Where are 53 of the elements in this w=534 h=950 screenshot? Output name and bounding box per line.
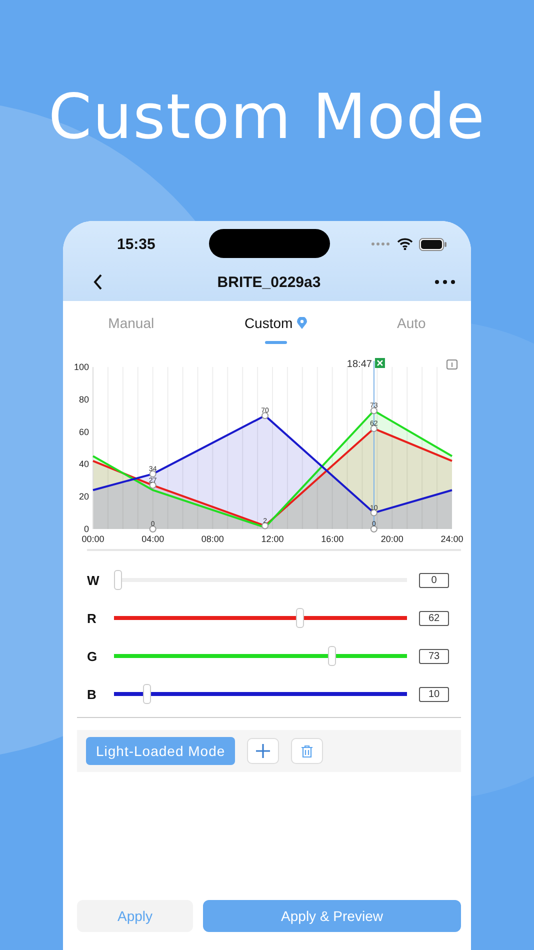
signal-icon	[371, 242, 391, 246]
apply-preview-button[interactable]: Apply & Preview	[203, 900, 461, 932]
battery-icon	[419, 238, 447, 250]
plus-icon	[256, 744, 270, 758]
channel-label: B	[87, 686, 98, 702]
channel-label: R	[87, 610, 98, 626]
info-icon[interactable]	[446, 360, 458, 370]
axis-label: 0	[84, 524, 89, 534]
channel-label: G	[87, 648, 98, 664]
wifi-icon	[397, 238, 413, 250]
axis-label: 80	[78, 394, 89, 404]
channel-value: 0	[419, 572, 449, 588]
data-point[interactable]	[149, 470, 156, 478]
data-point[interactable]	[262, 522, 269, 530]
axis-label: 04:00	[142, 534, 164, 544]
axis-label: 40	[78, 459, 89, 470]
axis-label: 100	[74, 362, 89, 372]
tab[interactable]: Manual	[108, 315, 154, 354]
more-icon[interactable]	[435, 280, 455, 284]
add-button[interactable]	[247, 738, 280, 764]
axis-label: 12:00	[261, 534, 284, 544]
slider-thumb[interactable]	[114, 570, 122, 590]
data-point[interactable]	[370, 509, 378, 516]
delete-button[interactable]	[291, 738, 324, 764]
channel-label: W	[87, 572, 100, 588]
channel-value: 10	[419, 686, 449, 702]
axis-label: 24:00	[440, 534, 464, 544]
device-title: BRITE_0229a3	[217, 274, 321, 290]
axis-label: 60	[78, 426, 89, 437]
slider-thumb[interactable]	[143, 684, 152, 704]
status-time: 15:35	[117, 236, 156, 252]
channel-value: 62	[419, 610, 449, 626]
axis-label: 16:00	[321, 534, 344, 544]
cursor-time: 18:47	[346, 359, 372, 370]
close-icon[interactable]	[374, 358, 385, 368]
back-icon[interactable]	[93, 274, 103, 290]
slider-thumb[interactable]	[328, 646, 336, 666]
mode-chip[interactable]: Light-Loaded Mode	[86, 737, 236, 765]
headline: Custom Mode	[48, 86, 486, 148]
data-point[interactable]	[370, 425, 378, 432]
axis-label: 00:00	[82, 534, 104, 544]
tab-indicator	[264, 341, 287, 344]
tab[interactable]: Custom	[244, 315, 307, 354]
axis-label: 20:00	[380, 534, 404, 544]
apply-button[interactable]: Apply	[77, 900, 193, 932]
axis-label: 08:00	[201, 534, 224, 544]
axis-label: 20	[78, 492, 89, 502]
tab[interactable]: Auto	[397, 315, 426, 354]
data-point[interactable]	[149, 482, 156, 489]
channel-value: 73	[419, 648, 449, 664]
data-point[interactable]	[262, 412, 269, 420]
slider-thumb[interactable]	[296, 608, 304, 628]
trash-icon	[301, 744, 314, 758]
